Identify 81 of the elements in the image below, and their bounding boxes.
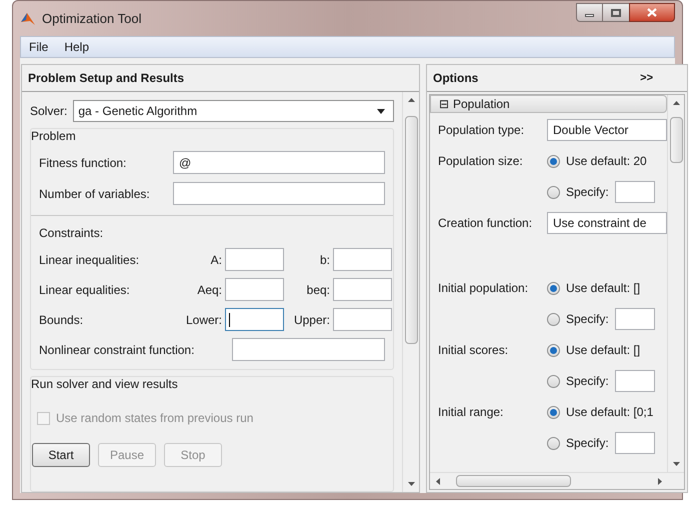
vertical-scrollbar[interactable]	[402, 92, 419, 492]
radio-button[interactable]	[547, 436, 560, 450]
window-title: Optimization Tool	[42, 10, 142, 28]
input-field[interactable]	[173, 182, 385, 205]
input-field[interactable]	[614, 308, 655, 330]
menu-item[interactable]: Help	[64, 38, 90, 56]
option-label: Population size:	[438, 154, 523, 168]
action-button[interactable]: Start	[32, 443, 90, 467]
close-icon	[647, 8, 657, 17]
radio-label: Use default: 20	[566, 153, 647, 170]
scroll-down-icon[interactable]	[408, 482, 414, 486]
scroll-up-icon[interactable]	[672, 101, 680, 105]
radio-label: Specify:	[566, 435, 609, 452]
scroll-thumb[interactable]	[456, 475, 571, 487]
radio-label: Specify:	[566, 373, 609, 390]
expand-button[interactable]: >>	[640, 70, 653, 86]
option-label: Population type:	[438, 122, 526, 139]
radio-button[interactable]	[547, 312, 560, 326]
input-field[interactable]	[333, 278, 392, 301]
option-label: Initial scores:	[438, 343, 508, 357]
panel-title: Problem Setup and Results	[28, 70, 184, 87]
checkbox-label: Use random states from previous run	[56, 410, 254, 427]
input-field[interactable]	[614, 181, 655, 203]
radio-label: Specify:	[566, 184, 609, 201]
scroll-thumb[interactable]	[405, 116, 418, 344]
option-label: Initial population:	[438, 281, 528, 295]
input-field[interactable]	[333, 248, 392, 271]
field-label: Fitness function:	[39, 154, 128, 172]
scroll-down-icon[interactable]	[672, 462, 680, 466]
input-field[interactable]: @	[173, 151, 385, 174]
field-label: beq:	[306, 282, 331, 298]
maximize-button[interactable]	[603, 3, 629, 22]
radio-button[interactable]	[547, 282, 560, 294]
input-field[interactable]	[232, 338, 385, 361]
field-label: Nonlinear constraint function:	[39, 342, 196, 358]
option-label: Initial range:	[438, 405, 504, 419]
scroll-up-icon[interactable]	[408, 98, 414, 102]
app-logo-icon	[20, 10, 36, 26]
section-header[interactable]: ⊟ Population	[430, 95, 667, 113]
solver-label: Solver:	[30, 103, 68, 120]
radio-label: Specify:	[566, 311, 609, 328]
field-label: b:	[318, 252, 331, 268]
option-dropdown[interactable]: Double Vector	[547, 119, 667, 141]
panel-title: Options	[433, 70, 478, 87]
group-title: Problem	[31, 129, 76, 143]
radio-button[interactable]	[547, 406, 560, 418]
field-label: Aeq:	[196, 282, 223, 298]
horizontal-scrollbar[interactable]	[430, 472, 684, 489]
close-button[interactable]	[629, 3, 675, 22]
input-field[interactable]	[225, 278, 284, 301]
field-label: Lower:	[184, 312, 223, 328]
input-field[interactable]	[225, 248, 284, 271]
radio-button[interactable]	[547, 344, 560, 356]
field-label: Linear equalities:	[39, 282, 131, 298]
input-field[interactable]	[614, 370, 655, 392]
field-label: A:	[210, 252, 223, 268]
field-label: Upper:	[292, 312, 331, 328]
option-label: Creation function:	[438, 215, 534, 232]
input-field[interactable]	[225, 308, 284, 331]
option-dropdown[interactable]: Use constraint de	[547, 212, 667, 234]
field-label: Linear inequalities:	[39, 252, 140, 268]
radio-label: Use default: []	[566, 342, 640, 359]
dropdown-arrow-icon	[377, 108, 385, 114]
scroll-left-icon[interactable]	[436, 478, 440, 484]
vertical-scrollbar[interactable]	[667, 95, 684, 472]
input-field[interactable]	[333, 308, 392, 331]
group-title: Run solver and view results	[31, 377, 178, 391]
radio-label: Use default: []	[566, 280, 640, 297]
scroll-thumb[interactable]	[670, 117, 683, 163]
radio-button[interactable]	[547, 374, 560, 388]
radio-button[interactable]	[547, 186, 560, 198]
section-label: Constraints:	[39, 226, 104, 240]
field-label: Number of variables:	[39, 186, 151, 202]
radio-button[interactable]	[547, 154, 560, 168]
solver-dropdown[interactable]: ga - Genetic Algorithm	[73, 100, 394, 122]
minimize-button[interactable]	[576, 3, 603, 22]
menu-item[interactable]: File	[29, 38, 48, 56]
scroll-right-icon[interactable]	[658, 478, 662, 484]
radio-label: Use default: [0;1	[566, 404, 654, 421]
field-label: Bounds:	[39, 312, 84, 328]
input-field[interactable]	[614, 432, 655, 454]
